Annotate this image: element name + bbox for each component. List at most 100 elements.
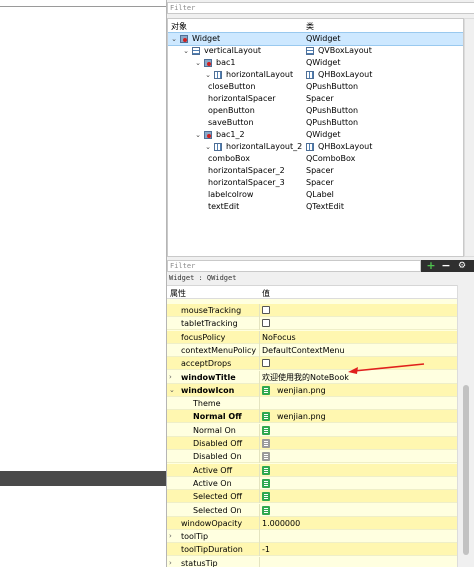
file-icon[interactable] xyxy=(262,412,270,422)
column-divider xyxy=(259,556,260,567)
object-tree-row[interactable]: saveButton QPushButton xyxy=(168,117,463,129)
object-name: horizontalSpacer_2 xyxy=(208,166,285,175)
column-object-header[interactable]: 对象 xyxy=(171,21,187,32)
object-class: QPushButton xyxy=(306,82,359,91)
property-value[interactable]: DefaultContextMenu xyxy=(262,344,345,357)
form-canvas[interactable] xyxy=(0,0,166,567)
property-name: toolTipDuration xyxy=(181,545,243,555)
chevron-down-icon[interactable]: ⌄ xyxy=(194,129,202,141)
property-value[interactable]: wenjian.png xyxy=(277,384,326,397)
property-row[interactable]: Disabled Off xyxy=(167,437,457,450)
object-tree-row[interactable]: horizontalSpacer Spacer xyxy=(168,93,463,105)
chevron-down-icon[interactable]: ⌄ xyxy=(194,57,202,69)
property-value[interactable]: -1 xyxy=(262,543,270,556)
chevron-down-icon[interactable]: ⌄ xyxy=(182,45,190,57)
file-icon[interactable] xyxy=(262,505,270,515)
property-row[interactable]: Normal Off wenjian.png xyxy=(167,410,457,424)
column-value-header[interactable]: 值 xyxy=(262,288,270,299)
object-inspector-scrollbar[interactable] xyxy=(464,18,474,257)
property-row[interactable]: Normal On xyxy=(167,423,457,437)
chevron-down-icon[interactable]: ⌄ xyxy=(204,69,212,81)
column-property-header[interactable]: 属性 xyxy=(170,288,186,299)
property-value[interactable]: wenjian.png xyxy=(277,410,326,423)
object-tree-row[interactable]: labelcolrow QLabel xyxy=(168,189,463,201)
file-icon[interactable] xyxy=(262,425,270,435)
object-tree-row[interactable]: openButton QPushButton xyxy=(168,105,463,117)
property-row[interactable]: › toolTip xyxy=(167,530,457,544)
property-row[interactable]: toolTipDuration -1 xyxy=(167,543,457,557)
file-icon[interactable] xyxy=(262,492,270,502)
property-row[interactable]: Theme xyxy=(167,397,457,411)
property-name: acceptDrops xyxy=(181,359,232,369)
chevron-down-icon[interactable]: ⌄ xyxy=(170,33,178,45)
property-value[interactable]: NoFocus xyxy=(262,331,296,344)
property-name: statusTip xyxy=(181,558,218,567)
property-name: tabletTracking xyxy=(181,319,238,329)
property-row[interactable]: Active Off xyxy=(167,463,457,477)
property-value[interactable]: 1.000000 xyxy=(262,517,300,530)
chevron-right-icon[interactable]: › xyxy=(169,530,177,543)
property-name: toolTip xyxy=(181,532,209,542)
object-name: horizontalSpacer xyxy=(208,94,276,103)
property-row[interactable]: Selected Off xyxy=(167,490,457,504)
file-icon[interactable] xyxy=(262,439,270,448)
object-tree-row[interactable]: comboBox QComboBox xyxy=(168,153,463,165)
property-table-scrollbar[interactable] xyxy=(457,285,474,567)
object-filter-input[interactable]: Filter xyxy=(167,2,474,14)
object-tree-row[interactable]: horizontalSpacer_3 Spacer xyxy=(168,177,463,189)
column-divider xyxy=(259,383,260,397)
object-name: saveButton xyxy=(208,118,254,127)
object-tree-row[interactable]: ⌄ bac1 QWidget xyxy=(168,57,463,69)
object-tree-row[interactable]: ⌄ Widget QWidget xyxy=(168,32,463,46)
property-row[interactable]: focusPolicy NoFocus xyxy=(167,330,457,344)
object-class: QHBoxLayout xyxy=(318,142,373,151)
object-tree-row[interactable]: textEdit QTextEdit xyxy=(168,201,463,213)
canvas-dark-band xyxy=(0,471,166,486)
property-row[interactable]: mouseTracking xyxy=(167,304,457,317)
chevron-right-icon[interactable]: › xyxy=(169,371,177,384)
property-value[interactable]: 欢迎使用我的NoteBook xyxy=(262,371,349,384)
property-row[interactable]: windowOpacity 1.000000 xyxy=(167,516,457,530)
property-row[interactable]: ⌄ windowIcon wenjian.png xyxy=(167,383,457,397)
chevron-down-icon[interactable]: ⌄ xyxy=(204,141,212,153)
property-row[interactable]: › statusTip xyxy=(167,556,457,567)
property-row[interactable]: Active On xyxy=(167,476,457,490)
property-row[interactable]: acceptDrops xyxy=(167,357,457,371)
column-divider xyxy=(259,450,260,464)
column-divider xyxy=(259,423,260,437)
configure-icon[interactable]: ⚙ xyxy=(456,260,468,272)
property-row[interactable]: › windowTitle 欢迎使用我的NoteBook xyxy=(167,370,457,384)
property-checkbox[interactable] xyxy=(262,306,270,314)
add-property-button[interactable]: + xyxy=(425,260,437,272)
scrollbar-thumb[interactable] xyxy=(463,385,469,555)
object-tree-row[interactable]: horizontalSpacer_2 Spacer xyxy=(168,165,463,177)
remove-property-button[interactable]: − xyxy=(440,260,452,272)
chevron-down-icon[interactable]: ⌄ xyxy=(169,384,177,397)
object-class: QTextEdit xyxy=(306,202,344,211)
file-icon[interactable] xyxy=(262,452,270,462)
column-divider xyxy=(259,463,260,477)
property-checkbox[interactable] xyxy=(262,319,270,328)
property-checkbox[interactable] xyxy=(262,359,270,368)
object-tree-row[interactable]: closeButton QPushButton xyxy=(168,81,463,93)
property-name: contextMenuPolicy xyxy=(181,345,257,355)
property-row[interactable]: Disabled On xyxy=(167,450,457,464)
file-icon[interactable] xyxy=(262,385,270,395)
property-name: Normal On xyxy=(193,425,236,435)
property-row[interactable]: contextMenuPolicy DefaultContextMenu xyxy=(167,343,457,357)
object-class: Spacer xyxy=(306,166,334,175)
object-name: closeButton xyxy=(208,82,256,91)
column-divider xyxy=(259,343,260,357)
file-icon[interactable] xyxy=(262,478,270,488)
property-table: 属性 值 mouseTracking tabletTracking focusPol… xyxy=(167,285,457,567)
chevron-right-icon[interactable]: › xyxy=(169,557,177,567)
object-tree-row[interactable]: ⌄ bac1_2 QWidget xyxy=(168,129,463,141)
property-row[interactable]: Selected On xyxy=(167,503,457,517)
property-filter-input[interactable]: Filter xyxy=(167,260,421,272)
object-tree-row[interactable]: ⌄ horizontalLayout_2 QHBoxLayout xyxy=(168,141,463,153)
file-icon[interactable] xyxy=(262,465,270,475)
column-class-header[interactable]: 类 xyxy=(306,21,314,32)
object-tree-row[interactable]: ⌄ horizontalLayout QHBoxLayout xyxy=(168,69,463,81)
property-row[interactable]: tabletTracking xyxy=(167,317,457,331)
object-tree-row[interactable]: ⌄ verticalLayout QVBoxLayout xyxy=(168,45,463,57)
